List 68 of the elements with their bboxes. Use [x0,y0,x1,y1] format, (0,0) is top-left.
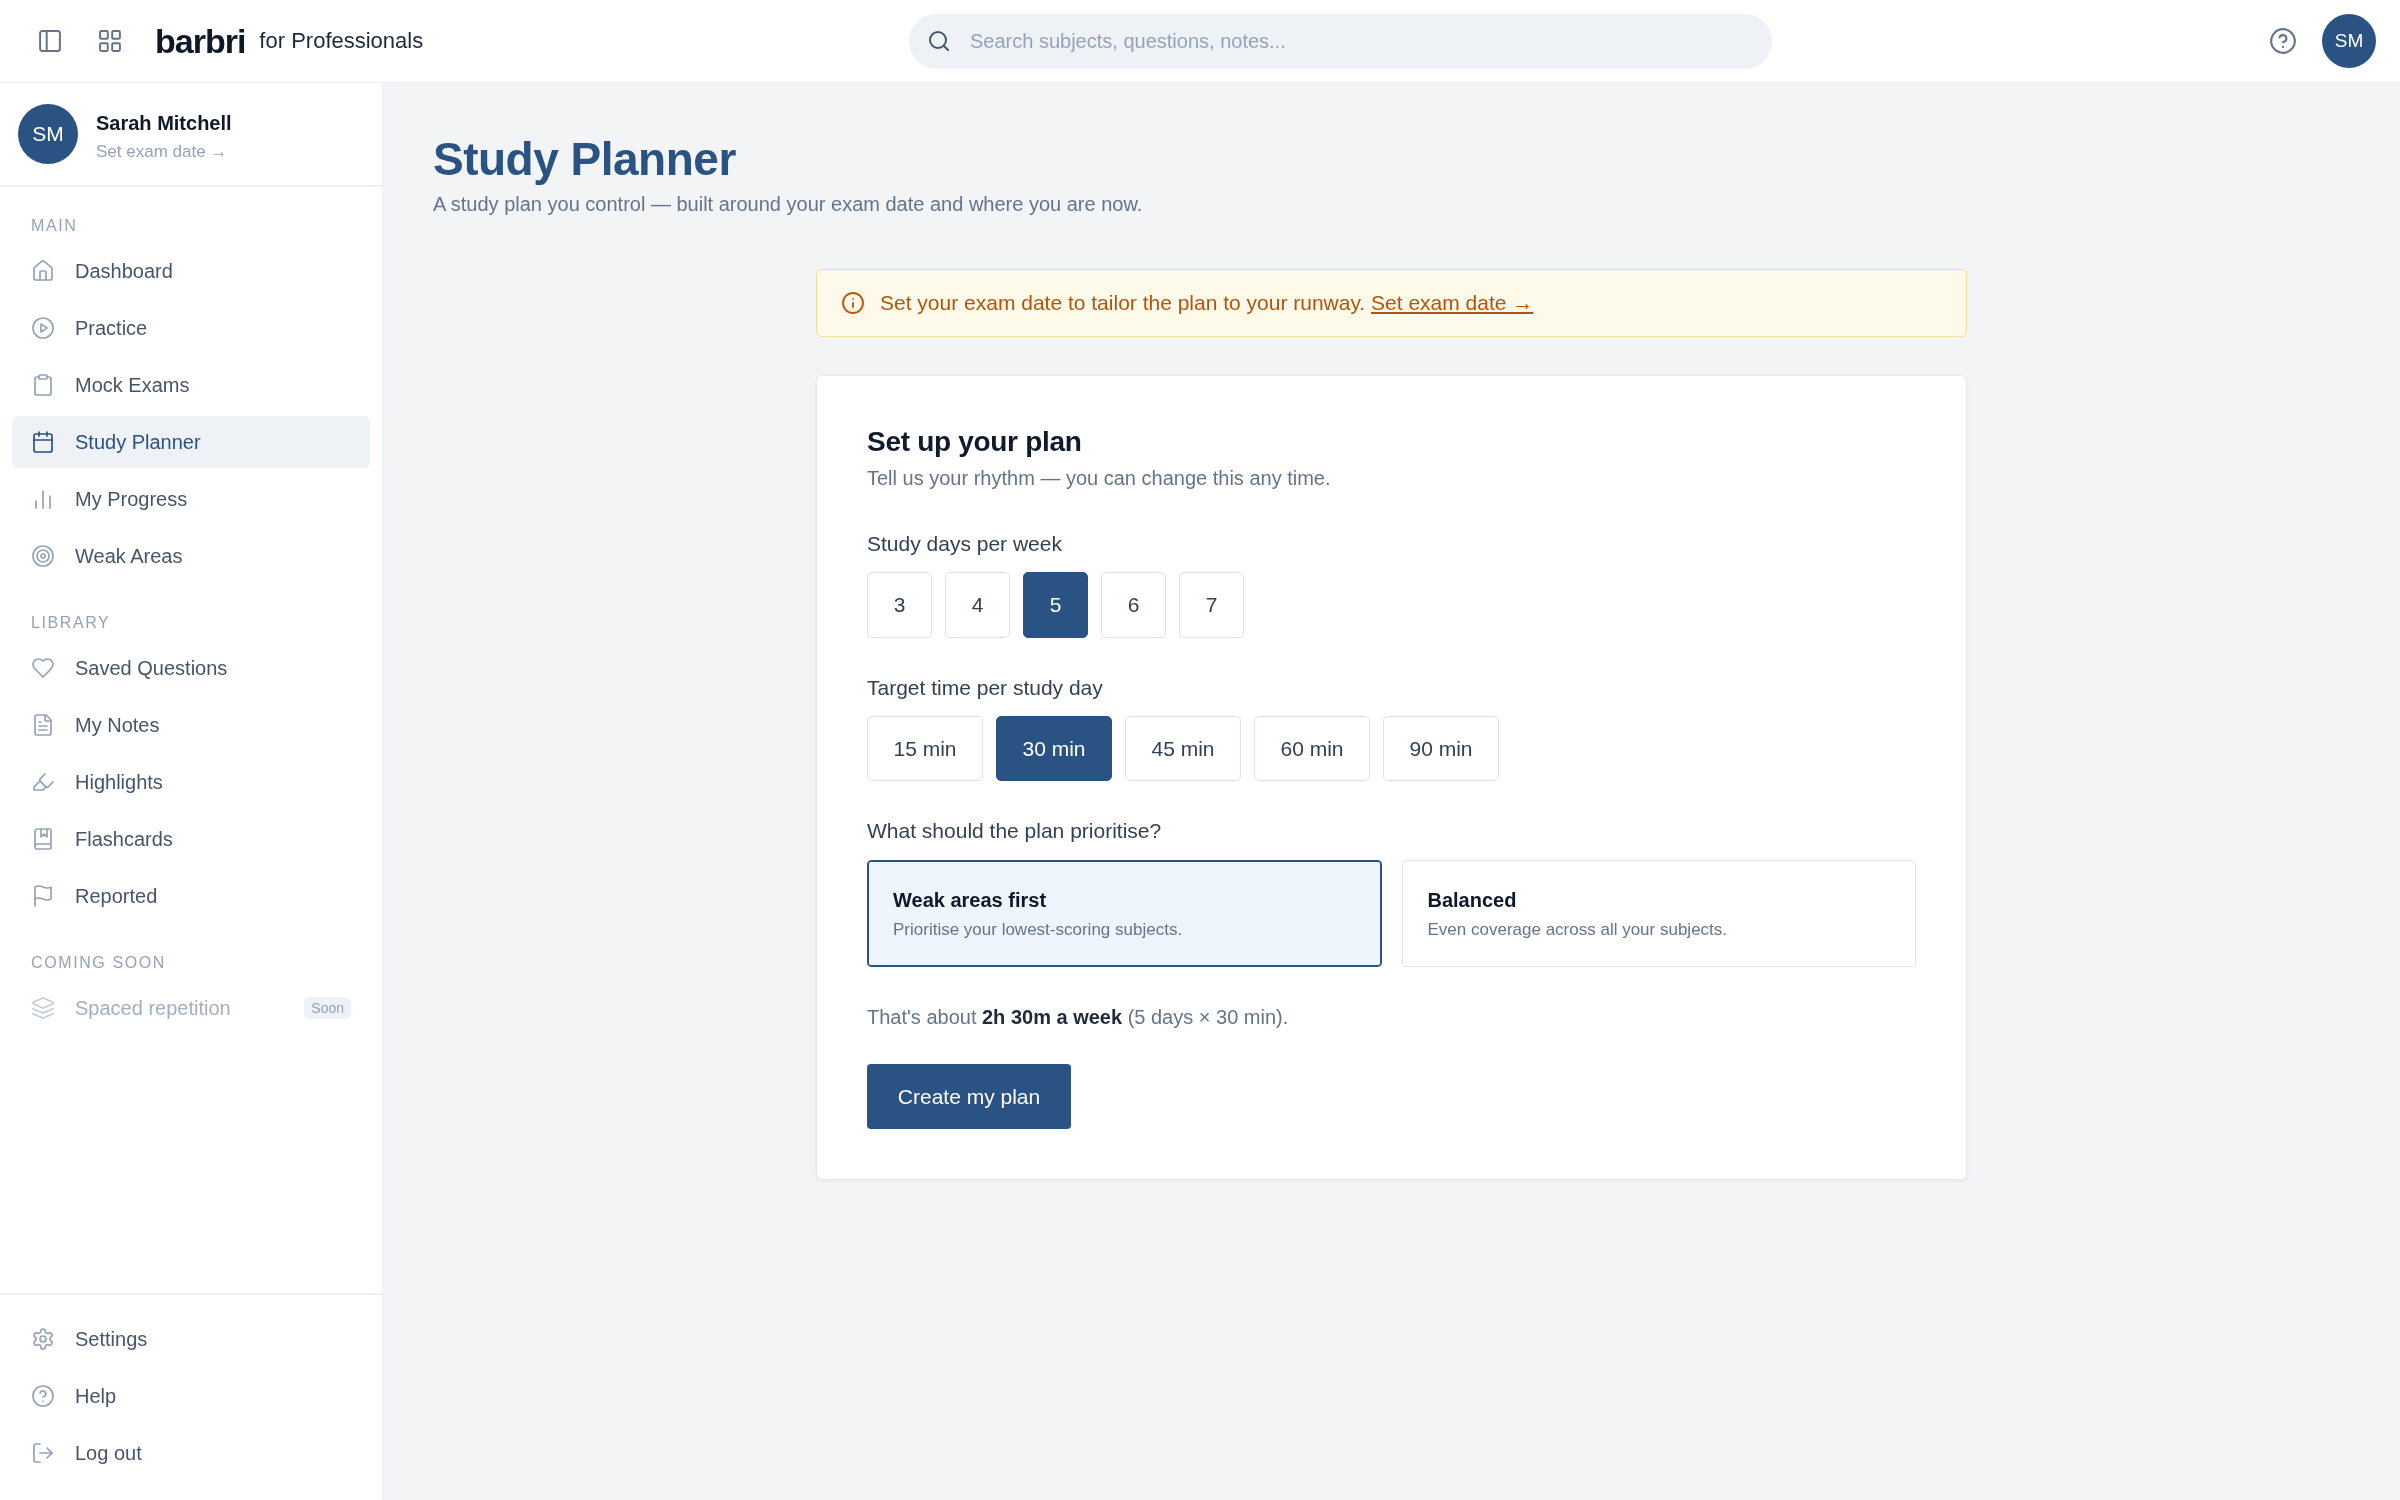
sidebar-item[interactable]: Log out [12,1427,370,1479]
day-option[interactable]: 6 [1101,572,1166,638]
sidebar-item[interactable]: Highlights [12,756,370,808]
settings-icon [32,1328,54,1350]
help-icon[interactable] [2270,28,2296,54]
time-option[interactable]: 90 min [1383,716,1499,781]
play-circle-icon [32,317,54,339]
card-subtitle: Tell us your rhythm — you can change this any time. [867,466,1332,491]
sidebar-item[interactable]: Flashcards [12,813,370,865]
bookmarked-book-icon [32,828,54,850]
calendar-icon [32,431,54,453]
home-icon [32,260,54,282]
sidebar-item[interactable]: Practice [12,302,370,354]
section-heading: COMING SOON [31,954,166,972]
sidebar-item[interactable]: Study Planner [12,416,370,468]
clipboard-icon [32,374,54,396]
card-title: Set up your plan [867,425,1083,459]
field-label: What should the plan prioritise? [867,818,1163,844]
brand-tagline: for Professionals [259,27,424,55]
sidebar-item[interactable]: Help [12,1370,370,1422]
sidebar-item[interactable]: Saved Questions [12,642,370,694]
alert-message: Set your exam date to tailor the plan to your runway. Set exam date → [880,290,1534,316]
sidebar-item[interactable]: My Progress [12,473,370,525]
sidebar-item[interactable]: Weak Areas [12,530,370,582]
info-icon [842,292,864,314]
help-icon [32,1385,54,1407]
user-avatar[interactable]: SM [2322,14,2376,68]
user-name: Sarah Mitchell [96,110,232,135]
day-option[interactable]: 4 [945,572,1010,638]
logout-icon [32,1442,54,1464]
field-label: Study days per week [867,531,1063,557]
priority-option[interactable]: Balanced Even coverage across all your subjects. [1401,860,1916,967]
day-option[interactable]: 3 [867,572,932,638]
time-option[interactable]: 30 min [996,716,1112,781]
set-exam-date-link[interactable]: Set exam date → [1371,291,1534,314]
page-subtitle: A study plan you control — built around your exam date and where you are now. [433,192,1144,216]
flag-icon [32,885,54,907]
sidebar-item[interactable]: Dashboard [12,245,370,297]
create-plan-button[interactable]: Create my plan [867,1064,1071,1129]
sidebar-item[interactable]: Mock Exams [12,359,370,411]
target-icon [32,545,54,567]
layers-icon [32,997,54,1019]
user-avatar: SM [18,104,78,164]
brand-logo[interactable]: barbri [155,21,246,61]
day-option[interactable]: 7 [1179,572,1244,638]
field-label: Target time per study day [867,675,1104,701]
highlighter-icon [32,771,54,793]
section-heading: LIBRARY [31,614,111,632]
heart-icon [32,657,54,679]
day-option[interactable]: 5 [1023,572,1088,638]
sidebar-item[interactable]: Settings [12,1313,370,1365]
search-field[interactable]: Search subjects, questions, notes... [909,13,1772,69]
bar-chart-icon [32,488,54,510]
soon-badge: Soon [304,997,351,1019]
sidebar-item[interactable]: My Notes [12,699,370,751]
sidebar-item[interactable]: Reported [12,870,370,922]
document-icon [32,714,54,736]
time-option[interactable]: 45 min [1125,716,1241,781]
priority-option[interactable]: Weak areas first Prioritise your lowest-scoring subjects. [867,860,1382,967]
page-title: Study Planner [433,132,737,187]
section-heading: MAIN [31,217,78,235]
search-icon [929,30,949,51]
time-option[interactable]: 15 min [867,716,983,781]
apps-grid-icon[interactable] [99,30,121,52]
plan-summary: That's about 2h 30m a week (5 days × 30 min). [867,1005,1290,1030]
sidebar-item: Spaced repetition [12,982,305,1034]
sidebar-toggle-icon[interactable] [39,30,61,52]
time-option[interactable]: 60 min [1254,716,1370,781]
